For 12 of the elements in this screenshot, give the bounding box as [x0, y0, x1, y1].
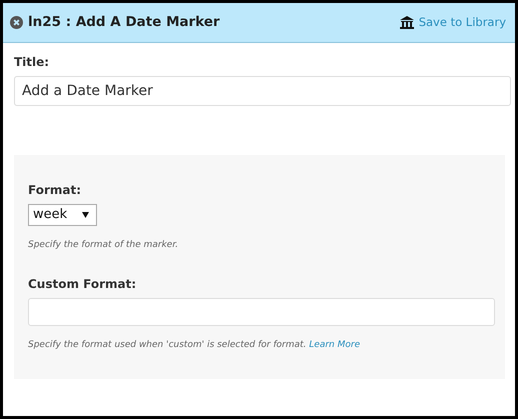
help-text: Specify the format used when 'custom' is selected for format. Learn More	[28, 338, 361, 352]
format-dropdown[interactable]: week	[28, 204, 97, 226]
help-text: Specify the format of the marker.	[28, 239, 180, 252]
field-label: Format:	[28, 182, 82, 199]
title-input[interactable]: Add a Date Marker	[14, 76, 511, 106]
panel-title: ln25 : Add A Date Marker	[28, 13, 220, 32]
caret-icon	[82, 212, 89, 218]
title-label: Title:	[14, 54, 50, 71]
close-icon[interactable]	[10, 16, 23, 29]
bank-icon	[400, 16, 414, 29]
field-label: Custom Format:	[28, 276, 138, 292]
custom-format-input[interactable]	[28, 298, 495, 326]
